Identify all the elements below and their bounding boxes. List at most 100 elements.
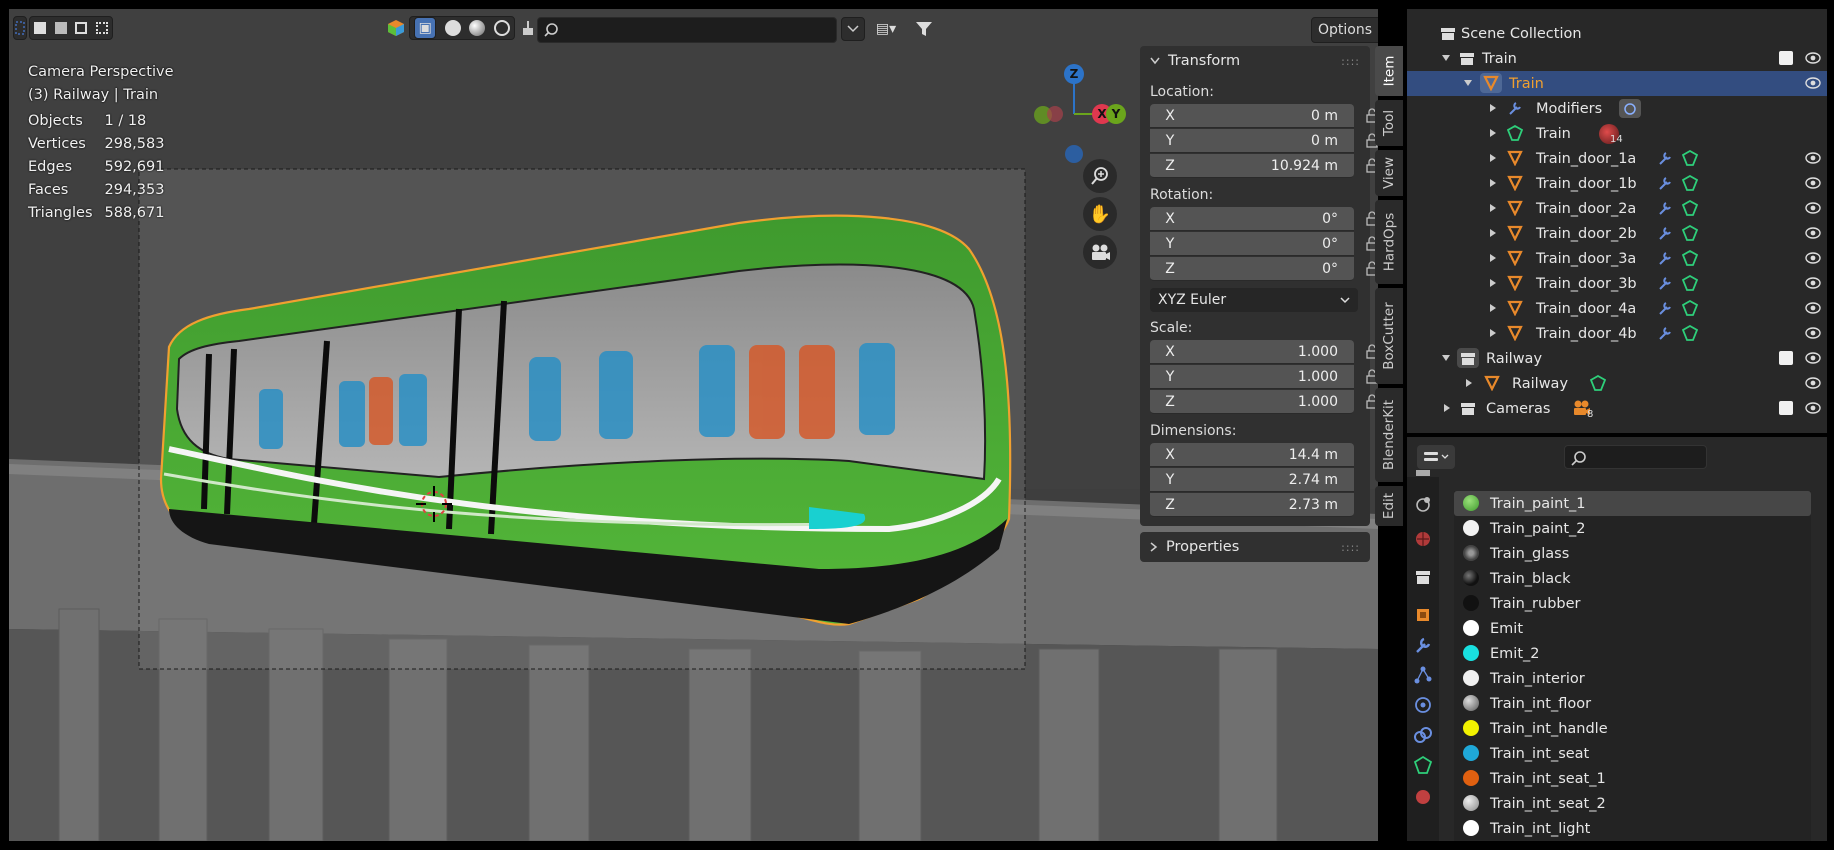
eye-icon[interactable] <box>1805 277 1821 289</box>
outliner-row[interactable]: Modifiers <box>1407 96 1827 121</box>
eye-icon[interactable] <box>1805 227 1821 239</box>
world-tab-icon[interactable] <box>1413 529 1433 549</box>
outliner-row[interactable]: Train_door_4b <box>1407 321 1827 346</box>
material-slot[interactable]: Train_int_seat <box>1454 741 1811 766</box>
outliner-row[interactable]: Railway <box>1407 371 1827 396</box>
material-slot[interactable]: Train_paint_2 <box>1454 516 1811 541</box>
expand-toggle-icon[interactable] <box>1489 153 1497 163</box>
outliner-row[interactable]: Train_door_3b <box>1407 271 1827 296</box>
eye-icon[interactable] <box>1805 352 1821 364</box>
tab-tool[interactable]: Tool <box>1375 100 1403 146</box>
object-tab-icon[interactable] <box>1413 605 1433 625</box>
outliner-row[interactable]: Train_door_2b <box>1407 221 1827 246</box>
material-slot[interactable]: Train_int_light <box>1454 816 1811 841</box>
zoom-icon[interactable] <box>1083 159 1117 193</box>
expand-toggle-icon[interactable] <box>1441 54 1451 62</box>
filter-icon[interactable] <box>907 17 941 41</box>
exclude-checkbox[interactable] <box>1779 401 1793 415</box>
rotation-z-field[interactable]: Z 0° <box>1150 257 1354 281</box>
transform-panel-header[interactable]: Transform :::: <box>1140 46 1370 76</box>
solid-shading-icon[interactable] <box>444 20 461 36</box>
scale-x-field[interactable]: X 1.000 <box>1150 340 1354 364</box>
dimensions-y-field[interactable]: Y 2.74 m <box>1150 468 1354 492</box>
expand-toggle-icon[interactable] <box>1489 303 1497 313</box>
outliner-row[interactable]: Train_door_3a <box>1407 246 1827 271</box>
modifier-tab-icon[interactable] <box>1413 635 1433 655</box>
rotation-y-field[interactable]: Y 0° <box>1150 232 1354 256</box>
drag-handle-icon[interactable]: :::: <box>1341 55 1360 68</box>
snapping-dropdown[interactable] <box>841 17 865 41</box>
physics-tab-icon[interactable] <box>1413 695 1433 715</box>
outliner-scene-collection[interactable]: Scene Collection <box>1407 21 1827 46</box>
material-slot[interactable]: Train_rubber <box>1454 591 1811 616</box>
scale-z-field[interactable]: Z 1.000 <box>1150 390 1354 414</box>
material-slot[interactable]: Train_int_seat_2 <box>1454 791 1811 816</box>
rotation-mode-dropdown[interactable]: XYZ Euler <box>1150 288 1358 312</box>
location-y-field[interactable]: Y 0 m <box>1150 129 1354 153</box>
material-slot[interactable]: Train_glass <box>1454 541 1811 566</box>
extend-selection-icon[interactable] <box>54 22 67 34</box>
camera-view-icon[interactable] <box>1083 235 1117 269</box>
outliner-row-selected[interactable]: Train <box>1407 71 1827 96</box>
render-tab-icon[interactable] <box>1413 495 1433 515</box>
gizmo-neg-x-axis[interactable] <box>1047 106 1063 122</box>
material-slot[interactable]: Train_int_seat_1 <box>1454 766 1811 791</box>
set-selection-icon[interactable] <box>34 22 47 34</box>
viewport-search-field[interactable] <box>537 17 837 43</box>
data-tab-icon[interactable] <box>1413 755 1433 775</box>
tab-blenderkit[interactable]: BlenderKit <box>1375 388 1403 482</box>
material-slot[interactable]: Emit <box>1454 616 1811 641</box>
outliner-row[interactable]: Railway <box>1407 346 1827 371</box>
outliner-row[interactable]: Cameras 8 <box>1407 396 1827 421</box>
expand-toggle-icon[interactable] <box>1489 178 1497 188</box>
outliner-row[interactable]: Train_door_1b <box>1407 171 1827 196</box>
material-tab-icon[interactable] <box>1413 785 1433 805</box>
tab-hardops[interactable]: HardOps <box>1375 200 1403 284</box>
properties-search-field[interactable] <box>1564 445 1707 469</box>
shading-mode-group[interactable]: ▣ <box>409 16 515 40</box>
material-slot[interactable]: Train_black <box>1454 566 1811 591</box>
constraints-tab-icon[interactable] <box>1413 725 1433 745</box>
expand-toggle-icon[interactable] <box>1489 203 1497 213</box>
tab-boxcutter[interactable]: BoxCutter <box>1375 288 1403 384</box>
expand-toggle-icon[interactable] <box>1443 403 1451 413</box>
eye-icon[interactable] <box>1805 402 1821 414</box>
eye-icon[interactable] <box>1805 202 1821 214</box>
expand-toggle-icon[interactable] <box>1489 278 1497 288</box>
scale-y-field[interactable]: Y 1.000 <box>1150 365 1354 389</box>
expand-toggle-icon[interactable] <box>1489 228 1497 238</box>
outliner-row[interactable]: Train <box>1407 46 1827 71</box>
particles-tab-icon[interactable] <box>1413 665 1433 685</box>
tab-item[interactable]: Item <box>1375 46 1403 96</box>
expand-toggle-icon[interactable] <box>1465 378 1473 388</box>
tab-edit[interactable]: Edit <box>1375 486 1403 526</box>
brush-icon[interactable] <box>519 16 537 40</box>
tool-tab-icon[interactable] <box>1413 467 1433 487</box>
selection-mode-group[interactable] <box>29 16 113 40</box>
gizmo-z-axis[interactable]: Z <box>1064 64 1084 84</box>
outliner-row[interactable]: Train_door_1a <box>1407 146 1827 171</box>
navigation-gizmo[interactable]: Z X Y <box>1019 54 1129 174</box>
dimensions-x-field[interactable]: X 14.4 m <box>1150 443 1354 467</box>
expand-toggle-icon[interactable] <box>1489 328 1497 338</box>
expand-toggle-icon[interactable] <box>1489 253 1497 263</box>
location-z-field[interactable]: Z 10.924 m <box>1150 154 1354 178</box>
subtract-selection-icon[interactable] <box>75 22 88 34</box>
eye-icon[interactable] <box>1805 327 1821 339</box>
gizmo-neg-z-axis[interactable] <box>1065 145 1083 163</box>
eye-icon[interactable] <box>1805 52 1821 64</box>
outliner-row[interactable]: Train_door_4a <box>1407 296 1827 321</box>
location-x-field[interactable]: X 0 m <box>1150 104 1354 128</box>
outliner-row[interactable]: Train 14 <box>1407 121 1827 146</box>
options-dropdown[interactable]: Options <box>1311 17 1378 43</box>
expand-toggle-icon[interactable] <box>1441 354 1451 362</box>
expand-toggle-icon[interactable] <box>1489 103 1497 113</box>
gizmo-toggle-icon[interactable] <box>385 16 407 40</box>
select-box-icon[interactable] <box>13 16 27 40</box>
xray-toggle-icon[interactable]: ▣ <box>414 17 437 39</box>
editor-type-dropdown[interactable] <box>1417 445 1455 469</box>
pan-hand-icon[interactable]: ✋ <box>1083 197 1117 231</box>
drag-handle-icon[interactable]: :::: <box>1341 541 1360 554</box>
exclude-checkbox[interactable] <box>1779 351 1793 365</box>
exclude-checkbox[interactable] <box>1779 51 1793 65</box>
